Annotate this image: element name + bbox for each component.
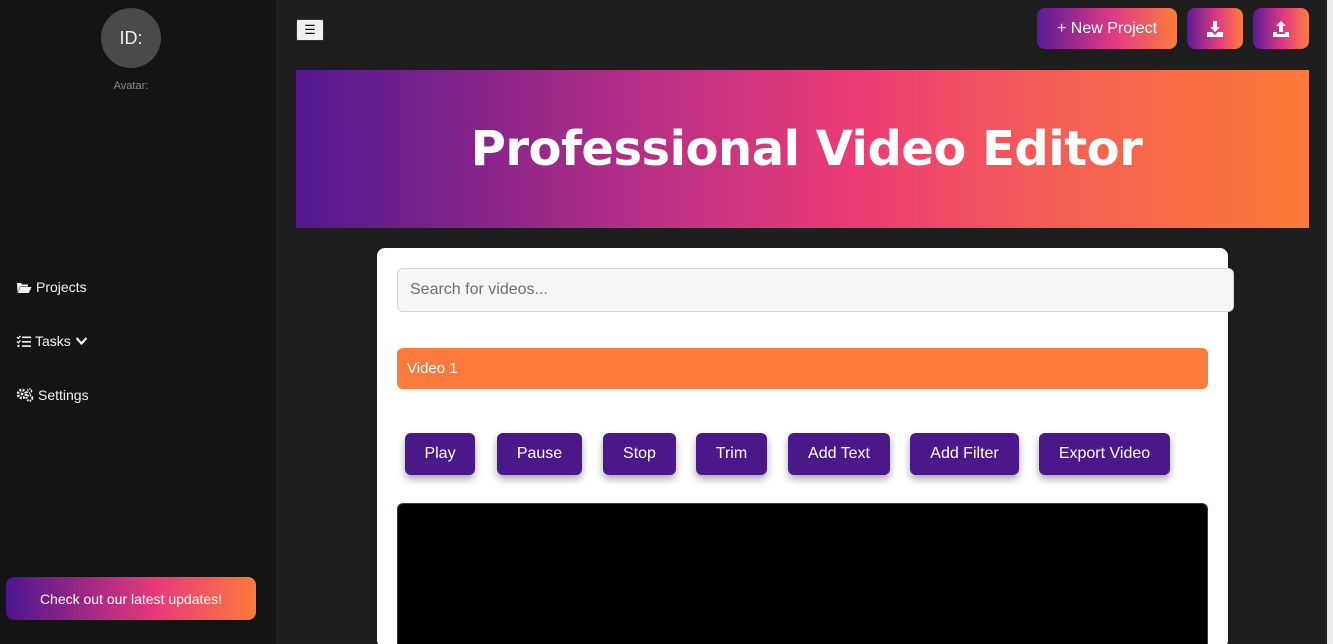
trim-button[interactable]: Trim [696,433,767,475]
folder-open-icon [17,282,32,293]
tasks-list-icon [16,335,31,347]
stop-button[interactable]: Stop [603,433,676,475]
export-video-button[interactable]: Export Video [1039,433,1170,475]
sidebar-item-label: Projects [36,279,87,295]
hero-banner: Professional Video Editor [296,70,1309,228]
sidebar-item-label: Settings [38,387,89,403]
latest-updates-button[interactable]: Check out our latest updates! [6,577,256,620]
upload-button[interactable] [1253,8,1309,49]
sidebar-item-label: Tasks [35,333,71,349]
editor-card: Video 1 Play Pause Stop Trim Add Text Ad… [377,248,1234,644]
download-icon [1207,20,1223,37]
video-player[interactable] [397,503,1208,644]
search-input[interactable] [397,268,1234,312]
add-text-button[interactable]: Add Text [788,433,890,475]
sidebar-item-settings[interactable]: Settings [16,387,89,403]
page-title: Professional Video Editor [470,121,1143,177]
sidebar: ID: Avatar: Projects Tasks Settings Chec… [0,0,276,644]
download-button[interactable] [1187,8,1243,49]
avatar-text: ID: [119,27,143,48]
app-root: ID: Avatar: Projects Tasks Settings Chec… [0,0,1333,644]
new-project-button[interactable]: + New Project [1037,8,1177,49]
avatar-caption: Avatar: [113,80,149,92]
add-filter-button[interactable]: Add Filter [910,433,1019,475]
video-list-item[interactable]: Video 1 [397,348,1208,389]
sidebar-item-tasks[interactable]: Tasks [16,333,88,349]
upload-icon [1273,20,1289,37]
pause-button[interactable]: Pause [497,433,582,475]
avatar[interactable]: ID: [101,8,161,68]
play-button[interactable]: Play [405,433,475,475]
gears-icon [16,388,34,402]
menu-toggle-button[interactable]: ☰ [296,19,324,41]
scrollbar[interactable] [1327,0,1333,644]
chevron-down-icon[interactable] [75,336,88,346]
sidebar-item-projects[interactable]: Projects [16,279,87,295]
